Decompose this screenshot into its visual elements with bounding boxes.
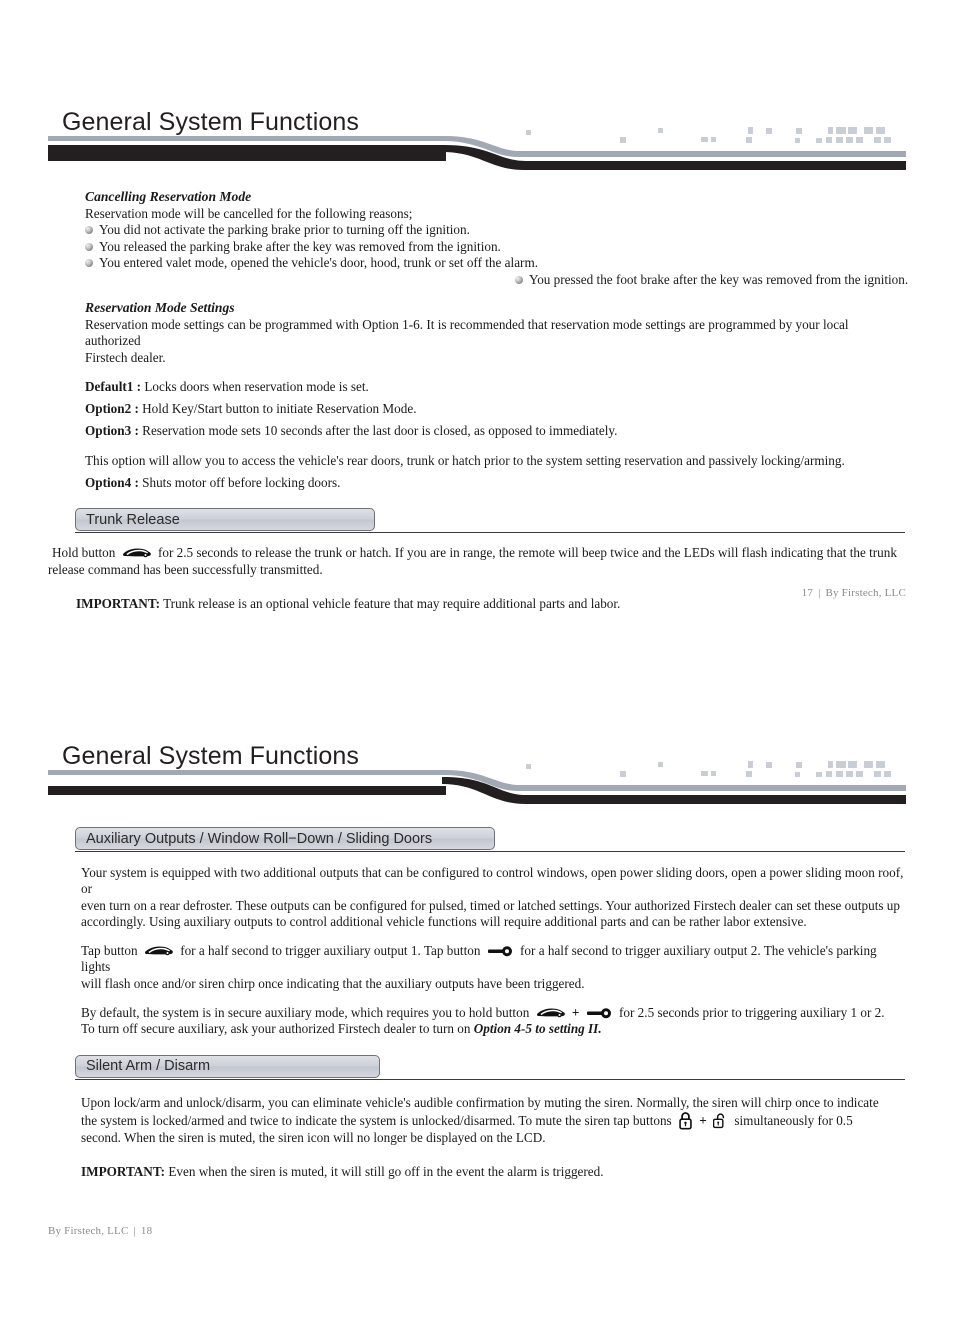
footer-company: By Firstech, LLC bbox=[48, 1225, 129, 1237]
section-header-trunk-release: Trunk Release bbox=[75, 508, 906, 534]
settings-paragraph-line-1: Reservation mode settings can be program… bbox=[85, 316, 849, 349]
section-rule bbox=[75, 851, 905, 852]
trunk-release-body-line-2: release command has been successfully tr… bbox=[48, 561, 323, 577]
silent-line2-post: simultaneously for 0.5 bbox=[734, 1112, 853, 1128]
important-text: Trunk release is an optional vehicle fea… bbox=[163, 595, 621, 611]
page-1-content: Cancelling Reservation Mode Reservation … bbox=[48, 188, 908, 612]
page-1: General System Functions Cancelling Rese… bbox=[0, 0, 954, 660]
silent-line2-pre: the system is locked/armed and twice to … bbox=[81, 1112, 672, 1128]
section-rule bbox=[75, 1078, 905, 1080]
section-pill: Auxiliary Outputs / Window Roll−Down / S… bbox=[75, 827, 495, 850]
silent-paragraph-line-3: second. When the siren is muted, the sir… bbox=[81, 1129, 546, 1145]
settings-paragraph-line-2: Firstech dealer. bbox=[85, 349, 166, 365]
important-text: Even when the siren is muted, it will st… bbox=[168, 1164, 604, 1180]
aux-para3-segment-2: for 2.5 seconds prior to triggering auxi… bbox=[619, 1005, 885, 1021]
page-2-content: Auxiliary Outputs / Window Roll−Down / S… bbox=[48, 827, 906, 1181]
cancelling-heading: Cancelling Reservation Mode bbox=[85, 189, 252, 204]
option-label: Option4 : bbox=[85, 475, 139, 490]
option-text: Shuts motor off before locking doors. bbox=[142, 475, 341, 490]
aux-paragraph-2-line-2: will flash once and/or siren chirp once … bbox=[81, 975, 585, 991]
aux-para3-plus: + bbox=[571, 1005, 580, 1021]
cancelling-bullet-list: You did not activate the parking brake p… bbox=[85, 222, 908, 288]
silent-paragraph-line-2: the system is locked/armed and twice to … bbox=[81, 1111, 906, 1130]
lock-closed-icon bbox=[679, 1112, 692, 1130]
page-1-header-banner: General System Functions bbox=[48, 108, 906, 172]
aux-paragraph-1-line-2: even turn on a rear defroster. These out… bbox=[81, 897, 900, 913]
option-row-option2: Option2 : Hold Key/Start button to initi… bbox=[85, 401, 906, 417]
option-label: Option3 : bbox=[85, 423, 139, 439]
car-trunk-icon bbox=[144, 946, 173, 956]
bullet-dot-icon bbox=[85, 226, 93, 235]
important-label: IMPORTANT: bbox=[76, 595, 161, 611]
footer-page-number: 18 bbox=[140, 1225, 153, 1237]
aux-paragraph-1-line-1: Your system is equipped with two additio… bbox=[81, 865, 904, 897]
bullet-dot-icon bbox=[85, 259, 93, 268]
section-label: Silent Arm / Disarm bbox=[86, 1058, 211, 1075]
page-2-footer: By Firstech, LLC | 18 bbox=[48, 1225, 152, 1237]
car-trunk-icon bbox=[122, 548, 151, 558]
trunk-release-important: IMPORTANT: Trunk release is an optional … bbox=[48, 596, 906, 612]
settings-heading: Reservation Mode Settings bbox=[85, 299, 235, 315]
footer-company: By Firstech, LLC bbox=[825, 587, 906, 599]
key-icon bbox=[487, 946, 512, 957]
list-item: You released the parking brake after the… bbox=[85, 239, 906, 255]
key-icon bbox=[586, 1008, 611, 1019]
option-row-default1: Default1 : Locks doors when reservation … bbox=[85, 379, 906, 395]
aux-para2-segment-2: for a half second to trigger auxiliary o… bbox=[180, 943, 481, 959]
option-text: Locks doors when reservation mode is set… bbox=[144, 378, 369, 394]
section-header-silent-arm-disarm: Silent Arm / Disarm bbox=[75, 1054, 906, 1080]
aux-para3-line2-pre: To turn off secure auxiliary, ask your a… bbox=[81, 1021, 471, 1037]
cancelling-intro: Reservation mode will be cancelled for t… bbox=[85, 206, 413, 221]
list-item: You pressed the foot brake after the key… bbox=[515, 272, 954, 288]
silent-important: IMPORTANT: Even when the siren is muted,… bbox=[81, 1164, 906, 1180]
car-trunk-icon bbox=[536, 1008, 565, 1018]
option-row-option4: Option4 : Shuts motor off before locking… bbox=[85, 475, 906, 491]
trunk-release-pre-text: Hold button bbox=[52, 545, 116, 561]
page-2-header-banner: General System Functions bbox=[48, 742, 906, 806]
aux-para3-segment-1: By default, the system is in secure auxi… bbox=[81, 1005, 530, 1021]
silent-plus: + bbox=[699, 1112, 707, 1128]
section-label: Trunk Release bbox=[86, 511, 180, 528]
silent-paragraph-line-1: Upon lock/arm and unlock/disarm, you can… bbox=[81, 1094, 879, 1110]
bullet-dot-icon bbox=[85, 242, 93, 251]
section-label: Auxiliary Outputs / Window Roll−Down / S… bbox=[86, 830, 433, 847]
lock-open-icon bbox=[713, 1113, 725, 1129]
option-text: Hold Key/Start button to initiate Reserv… bbox=[142, 401, 417, 417]
bullet-dot-icon bbox=[515, 275, 523, 284]
page-2: General System Functions Auxiliary Outpu… bbox=[0, 660, 954, 1320]
option3-note: This option will allow you to access the… bbox=[85, 452, 845, 468]
important-label: IMPORTANT: bbox=[81, 1164, 166, 1180]
section-pill: Trunk Release bbox=[75, 508, 375, 532]
footer-page-number: 17 bbox=[801, 587, 814, 599]
aux-para2-segment-1: Tap button bbox=[81, 943, 138, 959]
aux-paragraph-1-line-3: accordingly. Using auxiliary outputs to … bbox=[81, 913, 807, 929]
aux-paragraph-2-line-1: Tap button for a half second to trigger … bbox=[81, 943, 906, 976]
section-rule bbox=[75, 532, 905, 534]
list-item: You did not activate the parking brake p… bbox=[85, 222, 906, 238]
list-item-label: You entered valet mode, opened the vehic… bbox=[99, 255, 538, 271]
list-item: You entered valet mode, opened the vehic… bbox=[85, 255, 906, 271]
page-1-footer: 17 | By Firstech, LLC bbox=[802, 587, 906, 599]
header-decorative-dots bbox=[508, 760, 908, 780]
aux-para3-line2-emphasis: Option 4-5 to setting II. bbox=[473, 1021, 602, 1037]
option-row-option3: Option3 : Reservation mode sets 10 secon… bbox=[85, 423, 906, 439]
option-label: Option2 : bbox=[85, 401, 139, 417]
list-item-label: You released the parking brake after the… bbox=[99, 238, 501, 254]
option-label: Default1 : bbox=[85, 378, 142, 394]
footer-separator: | bbox=[818, 587, 821, 599]
footer-separator: | bbox=[133, 1225, 136, 1237]
section-pill: Silent Arm / Disarm bbox=[75, 1054, 380, 1078]
header-decorative-dots bbox=[508, 126, 908, 146]
trunk-release-post-text-line-1: for 2.5 seconds to release the trunk or … bbox=[157, 545, 897, 561]
aux-paragraph-3-line-1: By default, the system is in secure auxi… bbox=[81, 1005, 906, 1021]
page-title: General System Functions bbox=[62, 742, 359, 770]
page-title: General System Functions bbox=[62, 108, 359, 136]
section-header-auxiliary-outputs: Auxiliary Outputs / Window Roll−Down / S… bbox=[75, 827, 906, 852]
option-text: Reservation mode sets 10 seconds after t… bbox=[142, 423, 618, 439]
aux-paragraph-3-line-2: To turn off secure auxiliary, ask your a… bbox=[81, 1021, 906, 1037]
list-item-label: You did not activate the parking brake p… bbox=[99, 222, 470, 238]
list-item-label: You pressed the foot brake after the key… bbox=[529, 271, 909, 287]
trunk-release-body: Hold button for 2.5 seconds to release t… bbox=[48, 545, 906, 561]
